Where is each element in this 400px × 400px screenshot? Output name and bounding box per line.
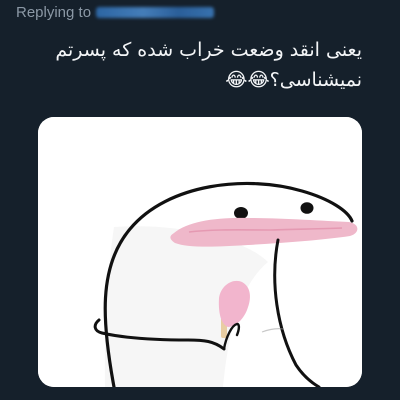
tweet-media-image[interactable] — [38, 117, 362, 387]
tweet-text: یعنی انقد وضعت خراب شده که پسرتم نمیشناس… — [42, 35, 362, 95]
tweet-text-line-2: نمیشناسی؟😂😂 — [225, 69, 362, 91]
replying-to-line: Replying to — [16, 2, 215, 22]
meme-illustration — [38, 117, 362, 387]
reply-handle-link[interactable] — [96, 6, 215, 18]
replying-to-label: Replying to — [16, 3, 92, 21]
tweet-text-line-1: یعنی انقد وضعت خراب شده که پسرتم — [55, 39, 362, 61]
